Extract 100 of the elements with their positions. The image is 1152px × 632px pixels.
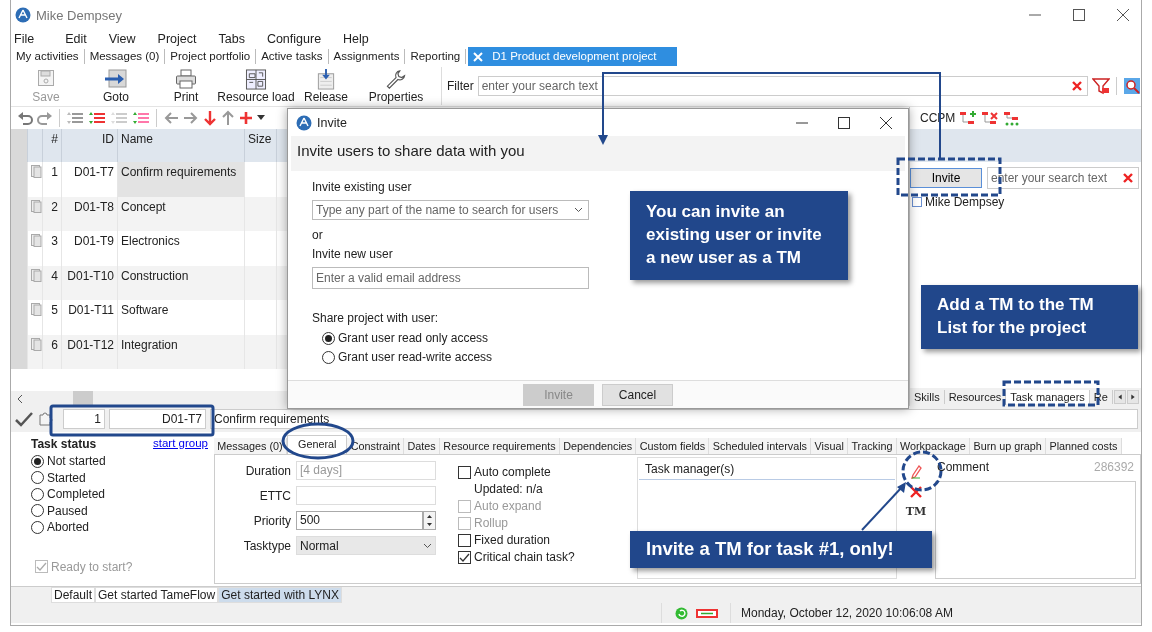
table-cell: 5 xyxy=(43,300,62,335)
radio-label: Paused xyxy=(47,503,88,518)
or-text: or xyxy=(312,228,323,242)
radio-label: Grant user read-write access xyxy=(338,350,493,364)
table-cell[interactable]: Construction xyxy=(118,265,245,300)
email-field[interactable]: Enter a valid email address xyxy=(312,267,589,289)
table-cell: 3 xyxy=(43,231,62,266)
menu-item[interactable]: Edit xyxy=(54,31,98,46)
menu-item[interactable]: Project xyxy=(146,31,208,46)
tab[interactable]: Reporting xyxy=(405,49,467,64)
tab[interactable]: Task managers xyxy=(1006,390,1090,404)
table-cell: D01-T10 xyxy=(62,265,118,300)
radio-label: Not started xyxy=(47,454,106,469)
table-cell: 1 xyxy=(43,162,62,197)
checkbox-label: Critical chain task? xyxy=(474,550,575,564)
table-cell: D01-T11 xyxy=(62,300,118,335)
tab[interactable]: Dates xyxy=(404,438,441,454)
dialog-button[interactable]: Cancel xyxy=(602,384,673,406)
list-header: Task manager(s) xyxy=(639,459,895,480)
dialog-heading: Invite users to share data with you xyxy=(291,136,905,171)
field-label: ETTC xyxy=(258,488,291,503)
tab[interactable]: Custom fields xyxy=(636,438,710,454)
tab[interactable]: Burn up graph xyxy=(970,438,1047,454)
tab[interactable]: Tracking xyxy=(848,438,897,454)
tab[interactable]: Messages (0) xyxy=(84,49,166,64)
menu-item[interactable]: Tabs xyxy=(207,31,256,46)
tab[interactable]: Project portfolio xyxy=(165,49,257,64)
table-cell[interactable]: Electronics xyxy=(118,231,245,266)
dropdown[interactable]: Normal xyxy=(296,536,436,555)
user-search-dropdown[interactable]: Type any part of the name to search for users xyxy=(312,200,589,220)
table-cell: D01-T9 xyxy=(62,231,118,266)
menu-item[interactable]: File xyxy=(11,31,55,46)
tab[interactable]: Resource requirements xyxy=(440,438,560,454)
tab[interactable]: Scheduled intervals xyxy=(709,438,812,454)
status-datetime: Monday, October 12, 2020 10:06:08 AM xyxy=(740,606,953,620)
menu-item[interactable]: View xyxy=(97,31,147,46)
comment-label: Comment xyxy=(937,460,989,474)
table-cell[interactable]: Integration xyxy=(118,334,245,369)
toolbar-button[interactable]: Properties xyxy=(361,67,431,105)
checkbox-label: Auto expand xyxy=(474,499,542,513)
tab[interactable]: Assignments xyxy=(328,49,406,64)
tab[interactable]: Skills xyxy=(910,390,945,404)
window-title: Mike Dempsey xyxy=(36,7,122,23)
table-cell: 4 xyxy=(43,265,62,300)
section-title: Task status xyxy=(31,437,97,451)
toolbar-button[interactable]: Goto xyxy=(81,67,151,105)
checkbox-label: Fixed duration xyxy=(474,533,551,547)
tab[interactable]: Constraint xyxy=(347,438,405,454)
tab[interactable]: Messages (0) xyxy=(214,438,287,454)
tab[interactable]: Planned costs xyxy=(1046,438,1122,454)
field-label: Share project with user: xyxy=(312,311,439,325)
menu-item[interactable]: Help xyxy=(332,31,380,46)
tab[interactable]: My activities xyxy=(11,49,85,64)
filter-label: Filter xyxy=(447,79,474,93)
radio-label: Grant user read only access xyxy=(338,331,489,345)
radio-label: Completed xyxy=(47,487,106,502)
radio-label: Started xyxy=(47,470,86,485)
field-label: Invite existing user xyxy=(312,180,412,194)
updated-text: Updated: n/a xyxy=(473,482,544,496)
column-header[interactable]: Size xyxy=(245,129,277,162)
radio-label: Aborted xyxy=(47,520,90,535)
invite-button[interactable]: Invite xyxy=(910,168,982,188)
checkbox-label: Rollup xyxy=(474,516,509,530)
table-cell[interactable]: Concept xyxy=(118,196,245,231)
filter-field[interactable]: enter your search text xyxy=(477,76,1088,96)
field-label: Invite new user xyxy=(312,247,393,261)
tab[interactable]: Dependencies xyxy=(559,438,637,454)
view-tab[interactable]: Get started TameFlow xyxy=(95,587,219,603)
menu-item[interactable]: Configure xyxy=(255,31,333,46)
table-cell: 6 xyxy=(43,334,62,369)
number-field[interactable]: 500 xyxy=(296,511,423,530)
task-id-field[interactable]: D01-T7 xyxy=(109,409,206,429)
table-cell: 2 xyxy=(43,196,62,231)
tab[interactable]: Workpackage xyxy=(896,438,971,454)
field-label: Duration xyxy=(244,463,291,478)
task-number-field[interactable]: 1 xyxy=(63,409,105,429)
tab[interactable]: Visual xyxy=(811,438,849,454)
start-group-link[interactable]: start group xyxy=(153,437,208,451)
callout: Add a TM to the TM List for the project xyxy=(921,285,1138,349)
callout: Invite a TM for task #1, only! xyxy=(630,531,932,568)
table-cell[interactable]: Software xyxy=(118,300,245,335)
table-cell[interactable]: Confirm requirements xyxy=(118,162,245,197)
column-header[interactable]: ID xyxy=(62,129,118,162)
checkbox-label: Ready to start? xyxy=(51,559,133,574)
field-label: Priority xyxy=(252,513,291,528)
view-tab[interactable]: Default xyxy=(51,587,96,603)
checkbox-label: Mike Dempsey xyxy=(925,195,1005,209)
callout: You can invite an existing user or invite a new user as a TM xyxy=(630,191,848,280)
field-label: Tasktype xyxy=(242,538,291,553)
view-tab[interactable]: Get started with LYNX xyxy=(218,587,343,603)
tab[interactable]: General xyxy=(287,435,348,454)
table-cell: D01-T12 xyxy=(62,334,118,369)
table-cell: D01-T8 xyxy=(62,196,118,231)
record-number: 286392 xyxy=(1093,460,1134,474)
tm-button[interactable]: TM xyxy=(905,505,927,518)
column-header[interactable]: # xyxy=(43,129,62,162)
task-name-field[interactable]: Confirm requirements xyxy=(210,409,1138,429)
checkbox-label: Auto complete xyxy=(474,465,551,479)
dialog-title: Invite xyxy=(317,115,347,130)
tab[interactable]: Active tasks xyxy=(256,49,329,64)
